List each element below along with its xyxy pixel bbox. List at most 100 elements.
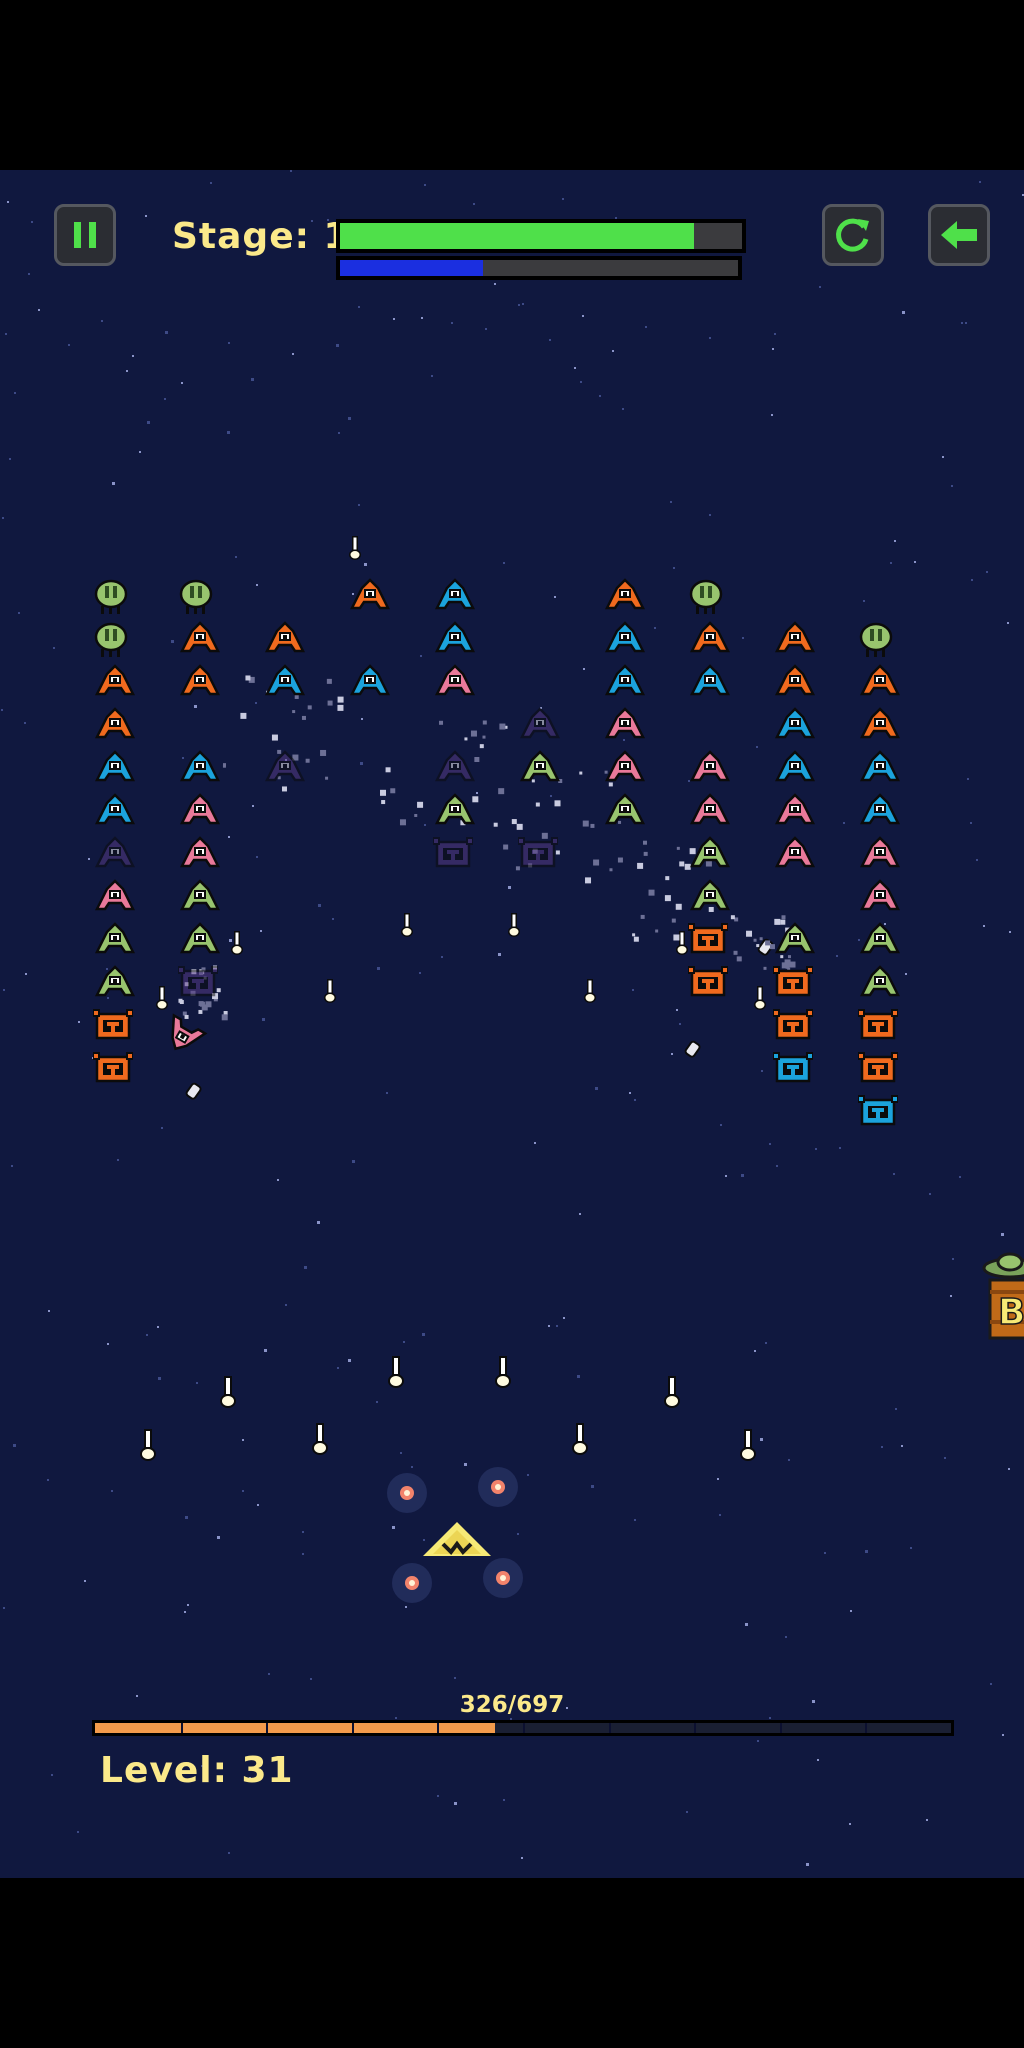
enemy-ship	[858, 922, 902, 960]
enemy-ship	[858, 750, 902, 788]
enemy-ship	[93, 879, 137, 917]
pause-button[interactable]	[54, 204, 116, 266]
restart-button[interactable]	[822, 204, 884, 266]
enemy-ship	[433, 578, 477, 616]
enemy-bug	[517, 836, 559, 874]
enemy-ship	[93, 965, 137, 1003]
enemy-ship	[688, 793, 732, 831]
bonus-box-pickup: B	[982, 1252, 1024, 1340]
letterbox-bottom	[0, 1878, 1024, 2048]
enemy-ship	[858, 836, 902, 874]
enemy-ship	[858, 664, 902, 702]
enemy-ship-damaged	[155, 1007, 212, 1062]
enemy-ship	[858, 965, 902, 1003]
game-playfield[interactable]: Stage: 19 B 326/697 Level: 31	[0, 170, 1024, 1878]
experience-bar-segment	[608, 1723, 611, 1733]
enemy-bug	[687, 965, 729, 1003]
enemy-bug	[857, 1094, 899, 1132]
pause-icon	[74, 222, 96, 248]
enemy-ship	[688, 879, 732, 917]
experience-bar-segment	[266, 1723, 269, 1733]
enemy-ship	[433, 664, 477, 702]
energy-bar	[336, 256, 742, 280]
enemy-ship	[93, 793, 137, 831]
enemy-ship	[688, 836, 732, 874]
enemy-ship	[348, 578, 392, 616]
enemy-ship	[93, 707, 137, 745]
enemy-ship	[433, 750, 477, 788]
enemy-bug	[92, 1051, 134, 1089]
player-ship	[423, 1522, 491, 1556]
enemy-ship	[773, 707, 817, 745]
back-arrow-icon	[941, 221, 977, 249]
enemy-ship	[603, 793, 647, 831]
enemy-ship	[178, 621, 222, 659]
experience-bar-segment	[437, 1723, 440, 1733]
enemy-ship	[263, 664, 307, 702]
level-label: Level: 31	[100, 1750, 294, 1791]
enemy-blob	[688, 578, 724, 620]
enemy-ship	[178, 750, 222, 788]
enemy-ship	[93, 836, 137, 874]
enemy-ship	[773, 750, 817, 788]
enemy-ship	[603, 750, 647, 788]
enemy-bug	[857, 1008, 899, 1046]
enemy-ship	[603, 664, 647, 702]
enemy-bug	[177, 965, 219, 1003]
enemy-ship	[858, 793, 902, 831]
enemy-ship	[263, 750, 307, 788]
enemy-ship	[858, 879, 902, 917]
enemy-formation	[0, 170, 1024, 1878]
experience-bar-segment	[523, 1723, 525, 1733]
enemy-ship	[263, 621, 307, 659]
enemy-ship	[433, 793, 477, 831]
restart-icon	[836, 218, 869, 252]
experience-bar-segment	[694, 1723, 697, 1733]
health-bar-fill	[340, 223, 694, 249]
enemy-ship	[688, 664, 732, 702]
letterbox-top	[0, 0, 1024, 170]
enemy-ship	[93, 922, 137, 960]
enemy-bug	[687, 922, 729, 960]
enemy-ship	[773, 664, 817, 702]
enemy-ship	[178, 793, 222, 831]
enemy-ship	[178, 836, 222, 874]
health-bar	[336, 219, 746, 253]
energy-bar-fill	[340, 260, 484, 276]
experience-counter: 326/697	[459, 1692, 565, 1718]
back-button[interactable]	[928, 204, 990, 266]
enemy-ship	[773, 922, 817, 960]
enemy-ship	[603, 621, 647, 659]
enemy-blob	[178, 578, 214, 620]
enemy-bug	[772, 965, 814, 1003]
experience-bar-segment	[779, 1723, 782, 1733]
enemy-ship	[178, 922, 222, 960]
experience-bar-segment	[351, 1723, 354, 1733]
enemy-blob	[858, 621, 894, 663]
enemy-ship	[603, 578, 647, 616]
experience-bar-segment	[865, 1723, 868, 1733]
experience-bar	[92, 1720, 954, 1736]
enemy-bug	[92, 1008, 134, 1046]
experience-bar-fill	[95, 1723, 496, 1733]
enemy-bug	[857, 1051, 899, 1089]
enemy-blob	[93, 621, 129, 663]
enemy-bug	[432, 836, 474, 874]
enemy-ship	[433, 621, 477, 659]
enemy-ship	[688, 621, 732, 659]
pickup-letter: B	[998, 1292, 1024, 1333]
enemy-ship	[518, 707, 562, 745]
enemy-ship	[178, 664, 222, 702]
enemy-ship	[93, 664, 137, 702]
enemy-ship	[93, 750, 137, 788]
enemy-blob	[93, 578, 129, 620]
enemy-ship	[518, 750, 562, 788]
enemy-ship	[858, 707, 902, 745]
enemy-ship	[348, 664, 392, 702]
enemy-ship	[773, 836, 817, 874]
enemy-bug	[772, 1008, 814, 1046]
enemy-ship	[688, 750, 732, 788]
enemy-bug	[772, 1051, 814, 1089]
enemy-ship	[603, 707, 647, 745]
enemy-ship	[178, 879, 222, 917]
